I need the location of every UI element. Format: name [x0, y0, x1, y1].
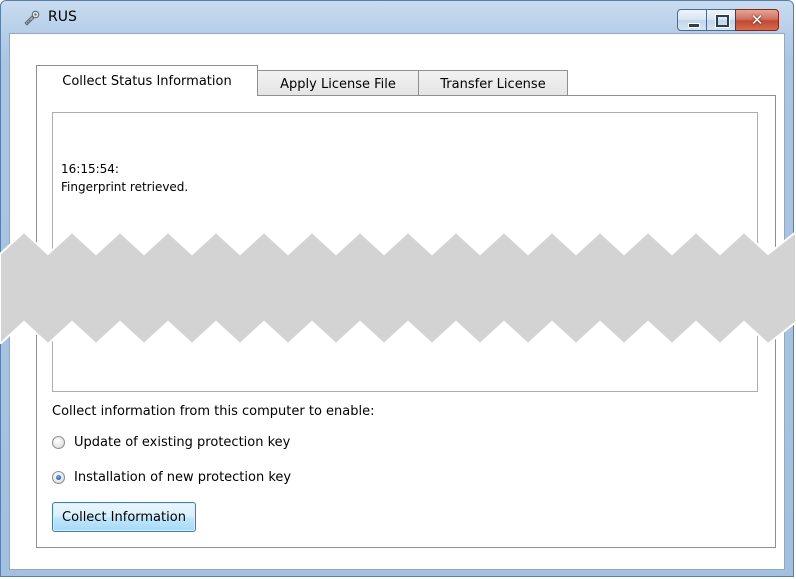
collect-instruction-label: Collect information from this computer t…	[52, 404, 375, 419]
radio-button[interactable]	[52, 435, 65, 449]
radio-update-existing-key[interactable]: Update of existing protection key	[52, 434, 290, 450]
caption-buttons: ✕	[677, 9, 779, 31]
tab-transfer-license[interactable]: Transfer License	[418, 70, 568, 98]
tab-label: Apply License File	[280, 77, 396, 92]
maximize-icon	[716, 15, 729, 27]
collect-information-button[interactable]: Collect Information	[52, 502, 196, 532]
close-button[interactable]: ✕	[735, 9, 779, 31]
radio-label: Installation of new protection key	[74, 469, 292, 485]
title-bar[interactable]: RUS ✕	[1, 1, 793, 33]
window-title: RUS	[48, 9, 77, 25]
log-timestamp: 16:15:54:	[61, 162, 119, 176]
radio-install-new-key[interactable]: Installation of new protection key	[52, 469, 291, 485]
minimize-button[interactable]	[677, 9, 707, 31]
radio-label: Update of existing protection key	[74, 434, 291, 450]
key-icon	[24, 10, 40, 26]
tab-apply-license-file[interactable]: Apply License File	[257, 70, 419, 98]
maximize-button[interactable]	[706, 9, 736, 31]
radio-button-checked[interactable]	[52, 470, 65, 484]
tab-label: Transfer License	[440, 77, 546, 92]
log-message: Fingerprint retrieved.	[61, 180, 189, 194]
tab-label: Collect Status Information	[62, 73, 232, 89]
minimize-icon	[688, 23, 700, 28]
close-icon: ✕	[750, 11, 764, 29]
screenshot-tear-overlay	[0, 232, 796, 344]
tab-collect-status-information[interactable]: Collect Status Information	[36, 65, 258, 96]
